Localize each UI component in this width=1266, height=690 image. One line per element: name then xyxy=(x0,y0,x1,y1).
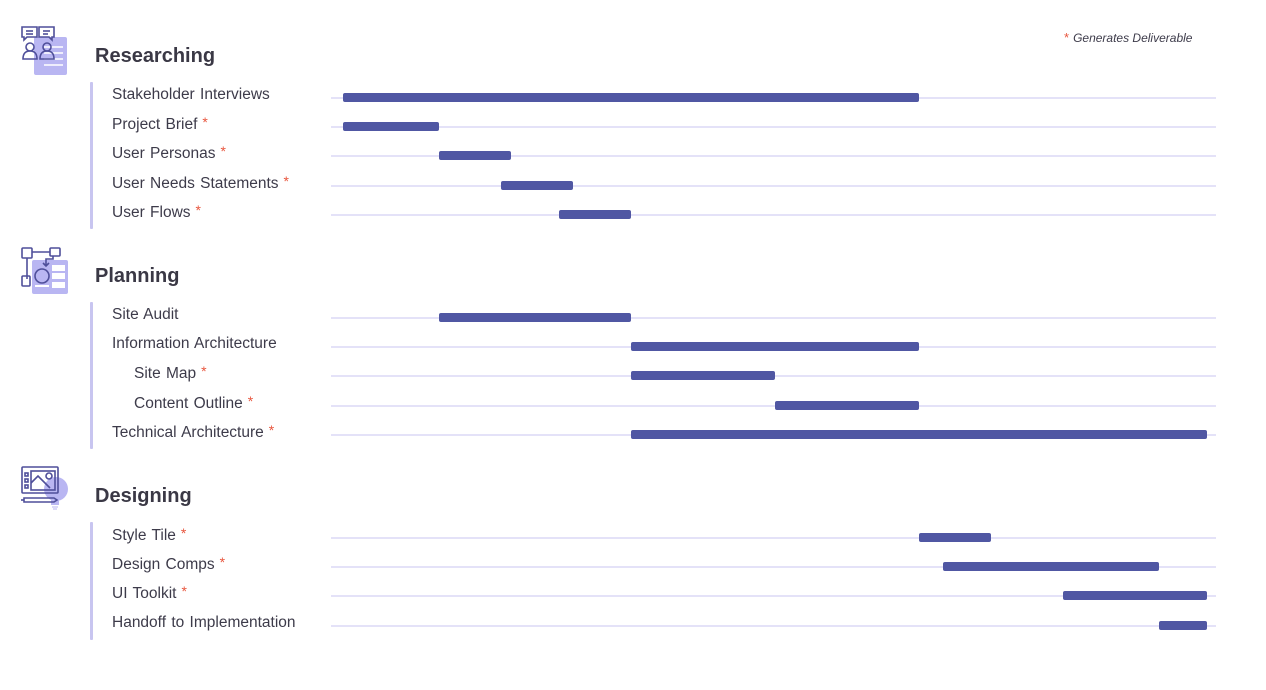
timeline-track xyxy=(331,404,1216,407)
task-name: Site Audit xyxy=(112,306,179,323)
task-name: User Personas xyxy=(112,145,216,163)
deliverable-marker-icon: * xyxy=(220,143,226,160)
task-label: Content Outline * xyxy=(134,393,253,414)
section-title: Designing xyxy=(95,485,192,507)
task-label: Handoff to Implementation xyxy=(112,613,296,633)
deliverable-marker-icon: * xyxy=(202,114,208,131)
deliverable-marker-icon: * xyxy=(195,201,201,218)
deliverable-marker-icon: * xyxy=(201,363,207,380)
task-bar xyxy=(343,93,919,102)
timeline-track xyxy=(331,126,1216,129)
legend-label: Generates Deliverable xyxy=(1073,31,1193,45)
task-row: Technical Architecture * xyxy=(0,422,1266,451)
design-tablet-icon xyxy=(20,465,70,515)
task-row: User Needs Statements * xyxy=(0,173,1266,202)
task-row: Handoff to Implementation xyxy=(0,613,1266,642)
task-label: Site Map * xyxy=(134,363,207,384)
task-label: Stakeholder Interviews xyxy=(112,85,270,105)
task-row: UI Toolkit * xyxy=(0,583,1266,612)
task-name: Technical Architecture xyxy=(112,423,264,441)
sitemap-wireframe-icon xyxy=(20,245,70,295)
task-row: Information Architecture xyxy=(0,334,1266,363)
task-label: User Needs Statements * xyxy=(112,173,289,194)
task-bar xyxy=(343,122,439,132)
task-name: Handoff to Implementation xyxy=(112,613,296,631)
task-label: Design Comps * xyxy=(112,554,225,575)
task-name: Style Tile xyxy=(112,527,176,544)
deliverable-marker-icon: * xyxy=(247,392,254,409)
task-name: Design Comps xyxy=(112,556,215,574)
task-bar xyxy=(439,313,631,322)
task-bar xyxy=(559,209,631,219)
task-label: Style Tile * xyxy=(112,525,186,546)
task-label: Project Brief * xyxy=(112,114,208,135)
task-name: Site Map xyxy=(134,365,197,383)
timeline-track xyxy=(331,213,1216,216)
task-name: User Needs Statements xyxy=(112,174,279,192)
task-name: Stakeholder Interviews xyxy=(112,86,270,103)
task-row: Content Outline * xyxy=(0,393,1266,422)
task-bar xyxy=(775,400,919,410)
timeline-track xyxy=(331,184,1216,187)
task-row: Stakeholder Interviews xyxy=(0,85,1266,114)
task-bar xyxy=(631,342,919,352)
task-label: Site Audit xyxy=(112,305,179,325)
task-row: Site Map * xyxy=(0,363,1266,392)
task-label: User Flows * xyxy=(112,202,201,223)
deliverable-marker-icon: * xyxy=(180,525,187,541)
timeline-track xyxy=(331,537,1216,539)
task-label: User Personas * xyxy=(112,143,226,164)
task-row: Style Tile * xyxy=(0,525,1266,554)
task-name: Content Outline xyxy=(134,394,243,412)
task-label: UI Toolkit * xyxy=(112,583,187,604)
deliverable-marker-icon: * xyxy=(181,583,187,600)
task-name: UI Toolkit xyxy=(112,585,177,603)
deliverable-marker-icon: * xyxy=(268,421,275,438)
task-row: User Flows * xyxy=(0,202,1266,231)
task-bar xyxy=(631,371,775,381)
interview-persona-icon xyxy=(20,25,70,75)
timeline-track xyxy=(331,624,1216,627)
task-row: Design Comps * xyxy=(0,554,1266,583)
task-bar xyxy=(1159,620,1207,630)
deliverable-marker-icon: * xyxy=(1064,30,1070,45)
task-label: Information Architecture xyxy=(112,334,277,354)
task-bar xyxy=(943,562,1159,572)
task-bar xyxy=(919,533,991,542)
deliverable-marker-icon: * xyxy=(219,554,226,571)
task-bar xyxy=(439,151,511,161)
task-row: User Personas * xyxy=(0,143,1266,172)
section-title: Researching xyxy=(95,45,216,67)
task-bar xyxy=(501,180,574,190)
task-row: Site Audit xyxy=(0,305,1266,334)
task-row: Project Brief * xyxy=(0,114,1266,143)
task-label: Technical Architecture * xyxy=(112,422,274,443)
task-name: Information Architecture xyxy=(112,335,277,353)
task-name: User Flows xyxy=(112,203,191,221)
deliverable-marker-icon: * xyxy=(283,172,289,189)
task-name: Project Brief xyxy=(112,116,198,134)
task-bar xyxy=(631,429,1207,439)
section-title: Planning xyxy=(95,265,180,287)
task-bar xyxy=(1063,591,1207,601)
legend: * Generates Deliverable xyxy=(1064,30,1192,45)
